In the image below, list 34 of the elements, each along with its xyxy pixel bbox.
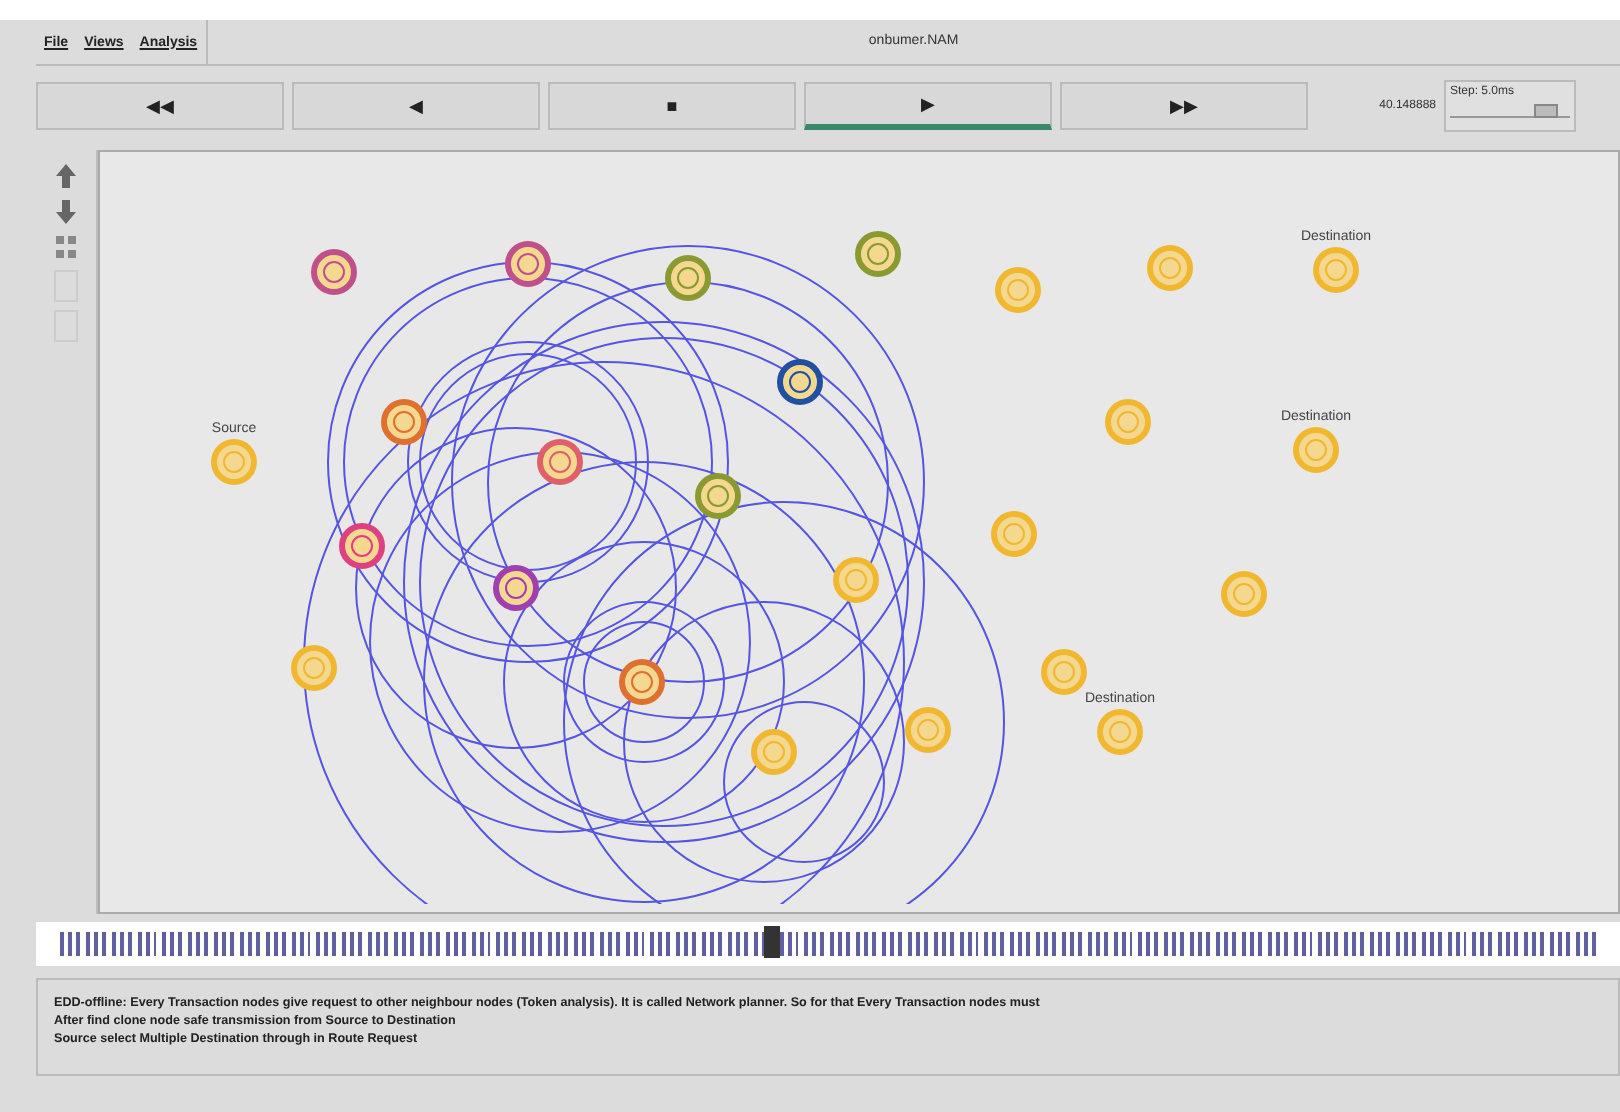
node-icon[interactable] [1221,571,1267,617]
node-icon[interactable] [751,729,797,775]
playback-button[interactable]: ◀◀ [36,82,284,130]
node-icon[interactable] [339,523,385,569]
playback-button[interactable]: ▶▶ [1060,82,1308,130]
node-icon[interactable] [991,511,1037,557]
playback-button[interactable]: ■ [548,82,796,130]
node-icon[interactable] [1147,245,1193,291]
node-icon[interactable] [1105,399,1151,445]
node-icon[interactable] [995,267,1041,313]
node-icon[interactable] [381,399,427,445]
node-icon[interactable] [1097,709,1143,755]
node-icon[interactable] [1313,247,1359,293]
node-icon[interactable] [695,473,741,519]
node-icon[interactable] [537,439,583,485]
zoom-in-icon[interactable] [52,162,80,190]
playback-button[interactable]: ◀ [292,82,540,130]
node-icon[interactable] [905,707,951,753]
node-icon[interactable] [855,231,901,277]
node-icon[interactable] [1293,427,1339,473]
zoom-out-icon[interactable] [52,198,80,226]
node-icon[interactable] [493,565,539,611]
playback-button[interactable]: ▶ [804,82,1052,130]
node-icon[interactable] [619,659,665,705]
node-icon[interactable] [291,645,337,691]
node-icon[interactable] [505,241,551,287]
node-icon[interactable] [777,359,823,405]
node-icon[interactable] [1041,649,1087,695]
node-icon[interactable] [833,557,879,603]
grid-icon[interactable] [54,234,78,262]
node-icon[interactable] [311,249,357,295]
node-icon[interactable] [211,439,257,485]
node-icon[interactable] [665,255,711,301]
timeline-bar[interactable] [36,922,1620,966]
